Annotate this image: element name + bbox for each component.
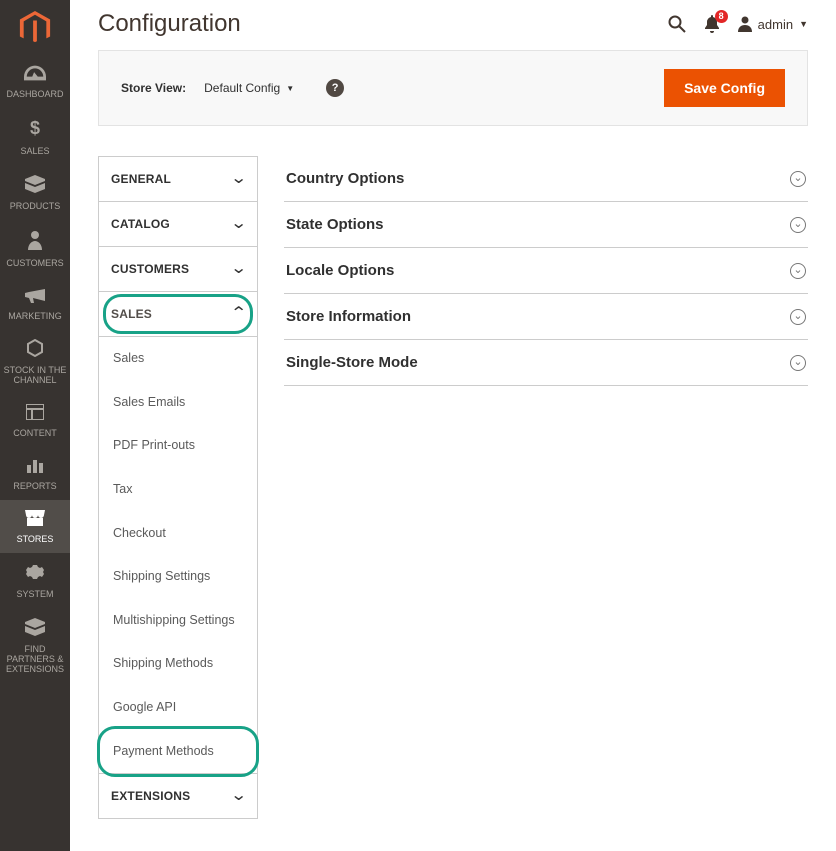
- expand-icon: ⌄: [790, 355, 806, 371]
- store-view-value: Default Config: [204, 81, 280, 95]
- config-group-general[interactable]: GENERAL ⌄: [99, 157, 257, 202]
- nav-system[interactable]: SYSTEM: [0, 553, 70, 608]
- expand-icon: ⌄: [790, 171, 806, 187]
- store-view-left: Store View: Default Config ▼ ?: [121, 79, 344, 97]
- box-icon: [25, 175, 45, 198]
- nav-label: CUSTOMERS: [6, 259, 63, 269]
- nav-partners[interactable]: FIND PARTNERS & EXTENSIONS: [0, 608, 70, 683]
- config-nav: GENERAL ⌄ CATALOG ⌄ CUSTOMERS ⌄ SALES ⌃ …: [98, 156, 258, 819]
- chevron-down-icon: ⌄: [230, 261, 247, 277]
- user-menu[interactable]: admin ▼: [738, 16, 808, 32]
- search-icon[interactable]: [668, 15, 686, 33]
- section-title: Locale Options: [286, 262, 394, 279]
- config-item-sales[interactable]: Sales: [99, 337, 257, 381]
- nav-stock-channel[interactable]: STOCK IN THE CHANNEL: [0, 329, 70, 394]
- config-group-sales-children: Sales Sales Emails PDF Print-outs Tax Ch…: [99, 337, 257, 774]
- config-group-sales[interactable]: SALES ⌃: [99, 292, 257, 337]
- layout-icon: [26, 404, 44, 425]
- page-title: Configuration: [98, 10, 241, 38]
- config-item-payment-methods[interactable]: Payment Methods: [99, 730, 257, 774]
- config-item-shipping-methods[interactable]: Shipping Methods: [99, 642, 257, 686]
- config-item-multishipping[interactable]: Multishipping Settings: [99, 599, 257, 643]
- expand-icon: ⌄: [790, 309, 806, 325]
- nav-label: MARKETING: [8, 312, 62, 322]
- nav-label: REPORTS: [13, 482, 56, 492]
- help-icon[interactable]: ?: [326, 79, 344, 97]
- config-item-pdf-printouts[interactable]: PDF Print-outs: [99, 424, 257, 468]
- section-store-information[interactable]: Store Information ⌄: [284, 294, 808, 340]
- chevron-down-icon: ⌄: [230, 171, 247, 187]
- store-view-select[interactable]: Default Config ▼: [204, 81, 294, 95]
- partners-icon: [25, 618, 45, 641]
- nav-label: CONTENT: [13, 429, 57, 439]
- notifications-button[interactable]: 8: [704, 15, 720, 33]
- nav-content[interactable]: CONTENT: [0, 394, 70, 447]
- nav-stores[interactable]: STORES: [0, 500, 70, 553]
- config-item-checkout[interactable]: Checkout: [99, 512, 257, 556]
- store-view-label: Store View:: [121, 81, 186, 95]
- config-group-title: GENERAL: [111, 172, 171, 186]
- topbar: Configuration 8 admin ▼: [98, 0, 808, 48]
- config-group-title: CATALOG: [111, 217, 170, 231]
- nav-label: SALES: [20, 147, 49, 157]
- svg-text:$: $: [30, 118, 40, 138]
- section-title: Store Information: [286, 308, 411, 325]
- config-group-catalog[interactable]: CATALOG ⌄: [99, 202, 257, 247]
- nav-marketing[interactable]: MARKETING: [0, 277, 70, 330]
- config-item-tax[interactable]: Tax: [99, 468, 257, 512]
- section-single-store-mode[interactable]: Single-Store Mode ⌄: [284, 340, 808, 386]
- expand-icon: ⌄: [790, 217, 806, 233]
- chevron-up-icon: ⌃: [230, 306, 247, 322]
- config-sections: Country Options ⌄ State Options ⌄ Locale…: [284, 156, 808, 819]
- nav-label: DASHBOARD: [6, 90, 63, 100]
- nav-label: STORES: [17, 535, 54, 545]
- nav-label: SYSTEM: [16, 590, 53, 600]
- chevron-down-icon: ⌄: [230, 216, 247, 232]
- top-actions: 8 admin ▼: [668, 15, 808, 33]
- store-view-bar: Store View: Default Config ▼ ? Save Conf…: [98, 50, 808, 126]
- config-item-sales-emails[interactable]: Sales Emails: [99, 381, 257, 425]
- section-title: Single-Store Mode: [286, 354, 418, 371]
- user-icon: [738, 16, 752, 32]
- nav-dashboard[interactable]: DASHBOARD: [0, 55, 70, 108]
- section-locale-options[interactable]: Locale Options ⌄: [284, 248, 808, 294]
- hex-icon: [26, 339, 44, 362]
- config-group-title: CUSTOMERS: [111, 262, 189, 276]
- nav-products[interactable]: PRODUCTS: [0, 165, 70, 220]
- section-state-options[interactable]: State Options ⌄: [284, 202, 808, 248]
- content-columns: GENERAL ⌄ CATALOG ⌄ CUSTOMERS ⌄ SALES ⌃ …: [98, 156, 808, 819]
- dollar-icon: $: [28, 118, 42, 143]
- config-item-google-api[interactable]: Google API: [99, 686, 257, 730]
- section-title: Country Options: [286, 170, 404, 187]
- section-country-options[interactable]: Country Options ⌄: [284, 156, 808, 202]
- nav-label: STOCK IN THE CHANNEL: [2, 366, 68, 386]
- config-group-extensions[interactable]: EXTENSIONS ⌄: [99, 774, 257, 818]
- notification-count: 8: [715, 10, 728, 23]
- chevron-down-icon: ▼: [286, 84, 294, 93]
- nav-label: FIND PARTNERS & EXTENSIONS: [2, 645, 68, 675]
- store-icon: [25, 510, 45, 531]
- username-label: admin: [758, 17, 793, 32]
- config-group-title: SALES: [111, 307, 152, 321]
- config-group-title: EXTENSIONS: [111, 789, 190, 803]
- expand-icon: ⌄: [790, 263, 806, 279]
- nav-sales[interactable]: $ SALES: [0, 108, 70, 165]
- gear-icon: [26, 563, 44, 586]
- chevron-down-icon: ⌄: [230, 788, 247, 804]
- section-title: State Options: [286, 216, 384, 233]
- chevron-down-icon: ▼: [799, 19, 808, 29]
- save-config-button[interactable]: Save Config: [664, 69, 785, 107]
- config-item-shipping-settings[interactable]: Shipping Settings: [99, 555, 257, 599]
- nav-label: PRODUCTS: [10, 202, 61, 212]
- dashboard-icon: [24, 65, 46, 86]
- megaphone-icon: [25, 287, 45, 308]
- nav-reports[interactable]: REPORTS: [0, 447, 70, 500]
- person-icon: [28, 230, 42, 255]
- config-group-customers[interactable]: CUSTOMERS ⌄: [99, 247, 257, 292]
- admin-sidebar: DASHBOARD $ SALES PRODUCTS CUSTOMERS MAR…: [0, 0, 70, 851]
- bars-icon: [26, 457, 44, 478]
- magento-logo[interactable]: [0, 0, 70, 55]
- nav-customers[interactable]: CUSTOMERS: [0, 220, 70, 277]
- main-content: Configuration 8 admin ▼ Store View: Defa…: [70, 0, 836, 819]
